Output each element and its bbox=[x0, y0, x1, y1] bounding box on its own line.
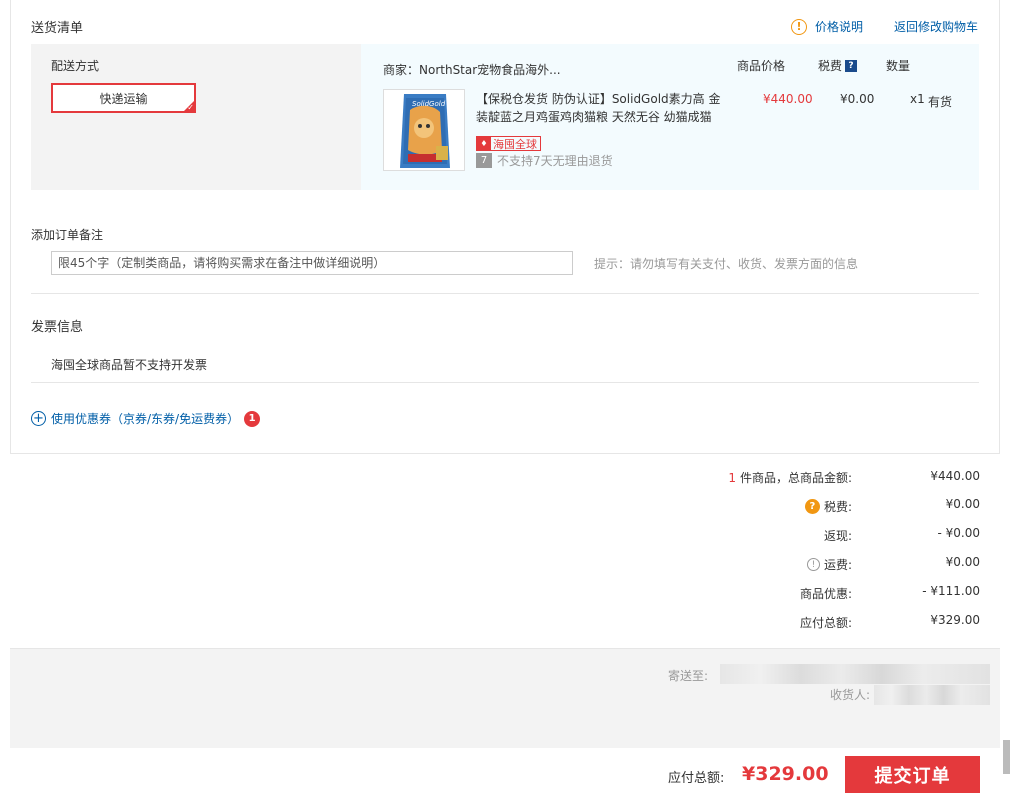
remark-title: 添加订单备注 bbox=[31, 228, 104, 242]
summary-discount-label: 商品优惠: bbox=[799, 587, 852, 601]
use-coupon-link[interactable]: + 使用优惠券（京券/东券/免运费券） 1 bbox=[31, 410, 261, 427]
product-price: ¥440.00 bbox=[763, 92, 813, 106]
haitun-badge-label: 海囤全球 bbox=[493, 137, 537, 151]
shipping-option-express[interactable]: 快递运输 ✓ bbox=[51, 83, 196, 113]
check-icon: ✓ bbox=[187, 103, 194, 112]
remark-input[interactable] bbox=[51, 251, 573, 275]
col-header-price: 商品价格 bbox=[737, 59, 786, 73]
exclamation-icon: ! bbox=[791, 18, 807, 35]
scrollbar-thumb[interactable] bbox=[1003, 740, 1010, 774]
merchant-name: 商家：NorthStar宠物食品海外... bbox=[383, 63, 561, 77]
product-title-line1: 【保税仓发货 防伪认证】SolidGold素力高 金 bbox=[476, 92, 721, 106]
product-thumbnail[interactable]: SolidGold bbox=[383, 89, 465, 171]
col-header-tax: 税费 ? bbox=[818, 57, 858, 74]
summary-tax: ¥0.00 bbox=[945, 497, 980, 511]
price-info-label: 价格说明 bbox=[815, 20, 864, 34]
summary-total-goods: ¥440.00 bbox=[930, 469, 980, 483]
no-return-icon-num: 7 bbox=[480, 155, 488, 166]
summary-item-count-label: 1 件商品，总商品金额: bbox=[728, 469, 852, 486]
thumb-brand-text: SolidGold bbox=[412, 100, 446, 108]
summary-discount: - ¥111.00 bbox=[922, 584, 980, 598]
summary-tax-label: ? 税费: bbox=[804, 498, 852, 515]
delivery-list-title: 送货清单 bbox=[31, 21, 84, 36]
footer-payable-label: 应付总额: bbox=[668, 771, 725, 786]
tax-label: 税费: bbox=[823, 500, 852, 514]
no-return-icon: 7 bbox=[476, 153, 492, 168]
use-coupon-label: 使用优惠券（京券/东券/免运费券） bbox=[51, 412, 240, 426]
global-shop-icon: ♦ bbox=[477, 137, 491, 150]
ship-to-address-redacted bbox=[720, 664, 990, 684]
shipping-option-label: 快递运输 bbox=[99, 91, 148, 106]
freight-label: 运费: bbox=[823, 558, 852, 572]
price-info-link[interactable]: ! 价格说明 bbox=[791, 18, 863, 35]
summary-payable-label: 应付总额: bbox=[799, 616, 852, 630]
summary-cashback: - ¥0.00 bbox=[937, 526, 981, 540]
haitun-badge: ♦ 海囤全球 bbox=[476, 135, 541, 151]
coupon-count-badge: 1 bbox=[244, 410, 261, 427]
submit-order-button[interactable]: 提交订单 bbox=[845, 756, 980, 793]
remark-tip: 提示：请勿填写有关支付、收货、发票方面的信息 bbox=[594, 257, 859, 271]
divider bbox=[31, 293, 979, 294]
no-return-label: 不支持7天无理由退货 bbox=[497, 154, 613, 168]
shipping-method-title: 配送方式 bbox=[51, 59, 100, 73]
summary-payable: ¥329.00 bbox=[930, 613, 980, 627]
invoice-note: 海囤全球商品暂不支持开发票 bbox=[51, 358, 208, 372]
col-header-qty: 数量 bbox=[886, 59, 911, 73]
product-tax: ¥0.00 bbox=[840, 92, 875, 106]
summary-freight-label: ! 运费: bbox=[806, 556, 852, 573]
invoice-title: 发票信息 bbox=[31, 320, 84, 335]
receiver-label: 收货人: bbox=[830, 688, 871, 702]
product-stock: 有货 bbox=[928, 95, 953, 109]
product-qty: x1 bbox=[910, 92, 925, 106]
no-return-notice: 7 不支持7天无理由退货 bbox=[476, 152, 613, 169]
plus-circle-icon: + bbox=[31, 411, 46, 426]
divider bbox=[31, 382, 979, 383]
item-count-suffix: 件商品，总商品金额: bbox=[739, 471, 852, 485]
back-to-cart-link[interactable]: 返回修改购物车 bbox=[894, 18, 978, 35]
receiver-name-redacted bbox=[874, 685, 990, 705]
summary-cashback-label: 返现: bbox=[823, 529, 852, 543]
product-title[interactable]: 【保税仓发货 防伪认证】SolidGold素力高 金 装靛蓝之月鸡蛋鸡肉猫粮 天… bbox=[476, 90, 721, 126]
help-icon[interactable]: ? bbox=[845, 59, 858, 72]
question-icon[interactable]: ? bbox=[804, 499, 820, 514]
ship-to-label: 寄送至: bbox=[668, 669, 709, 683]
footer-payable-amount: ¥329.00 bbox=[742, 763, 829, 785]
item-count: 1 bbox=[728, 470, 736, 485]
info-icon[interactable]: ! bbox=[806, 558, 820, 571]
col-header-tax-label: 税费 bbox=[818, 59, 843, 73]
product-title-line2: 装靛蓝之月鸡蛋鸡肉猫粮 天然无谷 幼猫成猫 bbox=[476, 110, 712, 124]
summary-freight: ¥0.00 bbox=[945, 555, 980, 569]
